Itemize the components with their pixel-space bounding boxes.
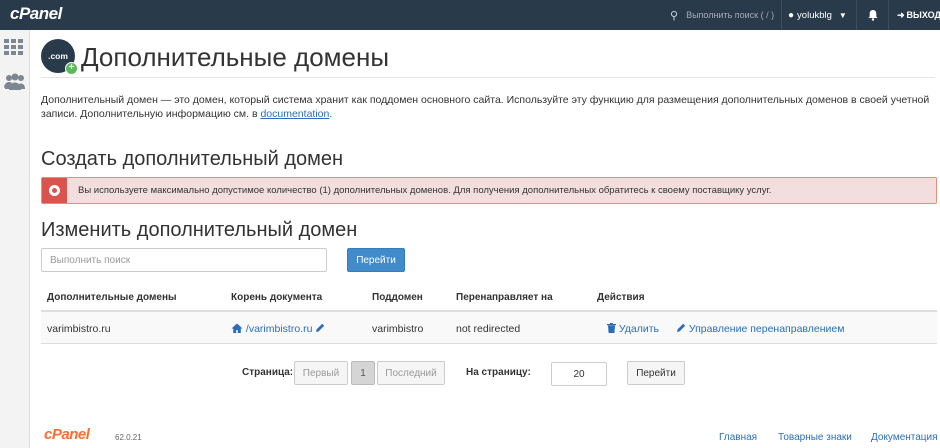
footer-link-trademarks[interactable]: Товарные знаки [778, 432, 852, 443]
col-header-subdomain[interactable]: Поддомен [372, 292, 423, 303]
per-page-input[interactable] [551, 362, 607, 386]
search-input[interactable] [41, 248, 327, 272]
manage-redirect-label: Управление перенаправлением [688, 323, 845, 335]
cell-domain: varimbistro.ru [47, 323, 111, 335]
addon-domain-icon: .com + [41, 39, 78, 75]
apps-grid-icon[interactable] [4, 39, 24, 55]
trash-icon [607, 323, 616, 333]
home-icon [231, 323, 243, 333]
logout-button[interactable]: ➜ ВЫХОД [888, 0, 940, 30]
col-header-actions: Действия [597, 292, 645, 303]
user-menu[interactable]: ● yolukblg ▼ [781, 0, 856, 30]
per-page-go-button[interactable]: Перейти [627, 361, 685, 385]
version-label: 62.0.21 [115, 433, 142, 442]
footer-link-documentation[interactable]: Документация [871, 432, 938, 443]
description-text: Дополнительный домен — это домен, которы… [41, 94, 930, 120]
per-page-label: На страницу: [466, 367, 531, 378]
alert-text: Вы используете максимально допустимое ко… [78, 185, 772, 196]
user-icon: ● [788, 9, 795, 21]
caret-down-icon: ▼ [838, 10, 847, 20]
page-label: Страница: [242, 367, 294, 378]
col-header-redirect[interactable]: Перенаправляет на [456, 292, 553, 303]
documentation-link[interactable]: documentation [260, 108, 329, 120]
top-bar: cPanel ⚲ Выполнить поиск ( / ) ● yolukbl… [0, 0, 940, 30]
delete-button[interactable]: Удалить [607, 323, 659, 335]
notifications-bell-icon[interactable] [856, 0, 888, 30]
first-page-button[interactable]: Первый [294, 361, 348, 385]
last-page-button[interactable]: Последний [377, 361, 445, 385]
current-page-button[interactable]: 1 [351, 361, 375, 385]
col-header-docroot[interactable]: Корень документа [231, 292, 322, 303]
plus-icon: + [65, 62, 78, 75]
docroot-link[interactable]: /varimbistro.ru [231, 323, 325, 335]
main-content: .com + Дополнительные домены Дополнитель… [30, 30, 940, 448]
divider [41, 77, 935, 78]
search-icon: ⚲ [670, 9, 679, 22]
delete-label: Удалить [618, 323, 660, 335]
cpanel-logo[interactable]: cPanel [10, 4, 62, 24]
page-title: Дополнительные домены [81, 42, 390, 72]
create-heading: Создать дополнительный домен [41, 148, 344, 170]
username: yolukblg [797, 9, 832, 21]
header-search-placeholder: Выполнить поиск ( / ) [686, 10, 775, 20]
footer-link-home[interactable]: Главная [719, 432, 757, 443]
search-go-button[interactable]: Перейти [347, 248, 405, 272]
pencil-icon [677, 323, 686, 332]
logout-icon: ➜ [897, 9, 905, 20]
cell-subdomain: varimbistro [372, 323, 424, 335]
page-icon-label: .com [48, 51, 68, 61]
users-icon[interactable] [3, 72, 27, 92]
page-description: Дополнительный домен — это домен, которы… [41, 93, 931, 121]
footer-cpanel-logo: cPanel [44, 426, 90, 443]
error-icon [42, 178, 67, 203]
docroot-text: /varimbistro.ru [245, 323, 313, 335]
pencil-icon[interactable] [315, 323, 325, 333]
col-header-domain[interactable]: Дополнительные домены [47, 292, 177, 303]
header-search[interactable]: ⚲ Выполнить поиск ( / ) [660, 0, 780, 30]
modify-heading: Изменить дополнительный домен [41, 219, 358, 241]
description-end: . [329, 108, 333, 120]
logout-label: ВЫХОД [906, 10, 940, 20]
cell-redirect: not redirected [456, 323, 521, 335]
manage-redirect-button[interactable]: Управление перенаправлением [676, 323, 844, 335]
limit-alert: Вы используете максимально допустимое ко… [41, 177, 937, 204]
sidebar [0, 30, 30, 448]
